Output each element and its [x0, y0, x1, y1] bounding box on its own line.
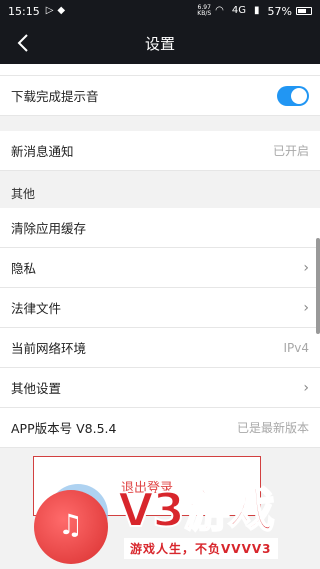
network-speed: 6.97 KB/S [197, 4, 212, 17]
chevron-right-icon: › [303, 259, 309, 276]
network-label: 当前网络环境 [11, 341, 87, 356]
signal-icon: ▮ [254, 5, 260, 16]
new-message-value: 已开启 [272, 144, 309, 158]
new-message-row[interactable]: 新消息通知 已开启 [0, 131, 320, 171]
watermark-brand: V3游戏 [117, 482, 276, 538]
chevron-right-icon: › [303, 299, 309, 316]
other-settings-label: 其他设置 [11, 381, 62, 396]
other-section: 清除应用缓存 隐私 › 法律文件 › 当前网络环境 IPv4 其他设置 › AP… [0, 208, 320, 448]
legal-row[interactable]: 法律文件 › [0, 288, 320, 328]
app-notification-icon: ◆ [57, 5, 66, 16]
partial-row [0, 64, 320, 76]
music-note-icon: ♫ [58, 508, 84, 541]
app-version-row[interactable]: APP版本号 V8.5.4 已是最新版本 [0, 408, 320, 448]
watermark-slogan: 游戏人生，不负VVVV3 [124, 538, 278, 559]
battery-icon [296, 7, 312, 15]
watermark-overlay: ♫ V3游戏 游戏人生，不负VVVV3 [0, 470, 320, 569]
scrollbar[interactable] [316, 238, 320, 334]
clear-cache-label: 清除应用缓存 [11, 221, 87, 236]
wifi-icon: ◠ [215, 5, 224, 16]
app-version-value: 已是最新版本 [236, 421, 309, 435]
signal-label: 4G [231, 5, 247, 16]
legal-label: 法律文件 [11, 301, 62, 316]
header: 设置 [0, 22, 320, 64]
download-sound-row: 下载完成提示音 [0, 76, 320, 116]
download-sound-label: 下载完成提示音 [11, 89, 99, 104]
battery-percent: 57% [267, 4, 292, 18]
app-version-label: APP版本号 V8.5.4 [11, 421, 117, 436]
clear-cache-row[interactable]: 清除应用缓存 [0, 208, 320, 248]
status-bar: 15:15 ▷ ◆ 6.97 KB/S ◠ 4G ▮ 57% [0, 0, 320, 22]
privacy-row[interactable]: 隐私 › [0, 248, 320, 288]
network-value: IPv4 [283, 340, 309, 355]
notification-section: 新消息通知 已开启 [0, 131, 320, 171]
privacy-label: 隐私 [11, 261, 37, 276]
chevron-right-icon: › [303, 379, 309, 396]
download-sound-section: 下载完成提示音 [0, 76, 320, 116]
other-settings-row[interactable]: 其他设置 › [0, 368, 320, 408]
page-title: 设置 [144, 34, 175, 53]
new-message-label: 新消息通知 [11, 144, 74, 159]
download-sound-toggle[interactable] [277, 85, 309, 106]
network-row: 当前网络环境 IPv4 [0, 328, 320, 368]
other-group-header: 其他 [0, 172, 320, 208]
back-arrow-icon[interactable] [14, 32, 34, 54]
play-icon: ▷ [45, 5, 54, 16]
status-time: 15:15 [8, 4, 40, 18]
